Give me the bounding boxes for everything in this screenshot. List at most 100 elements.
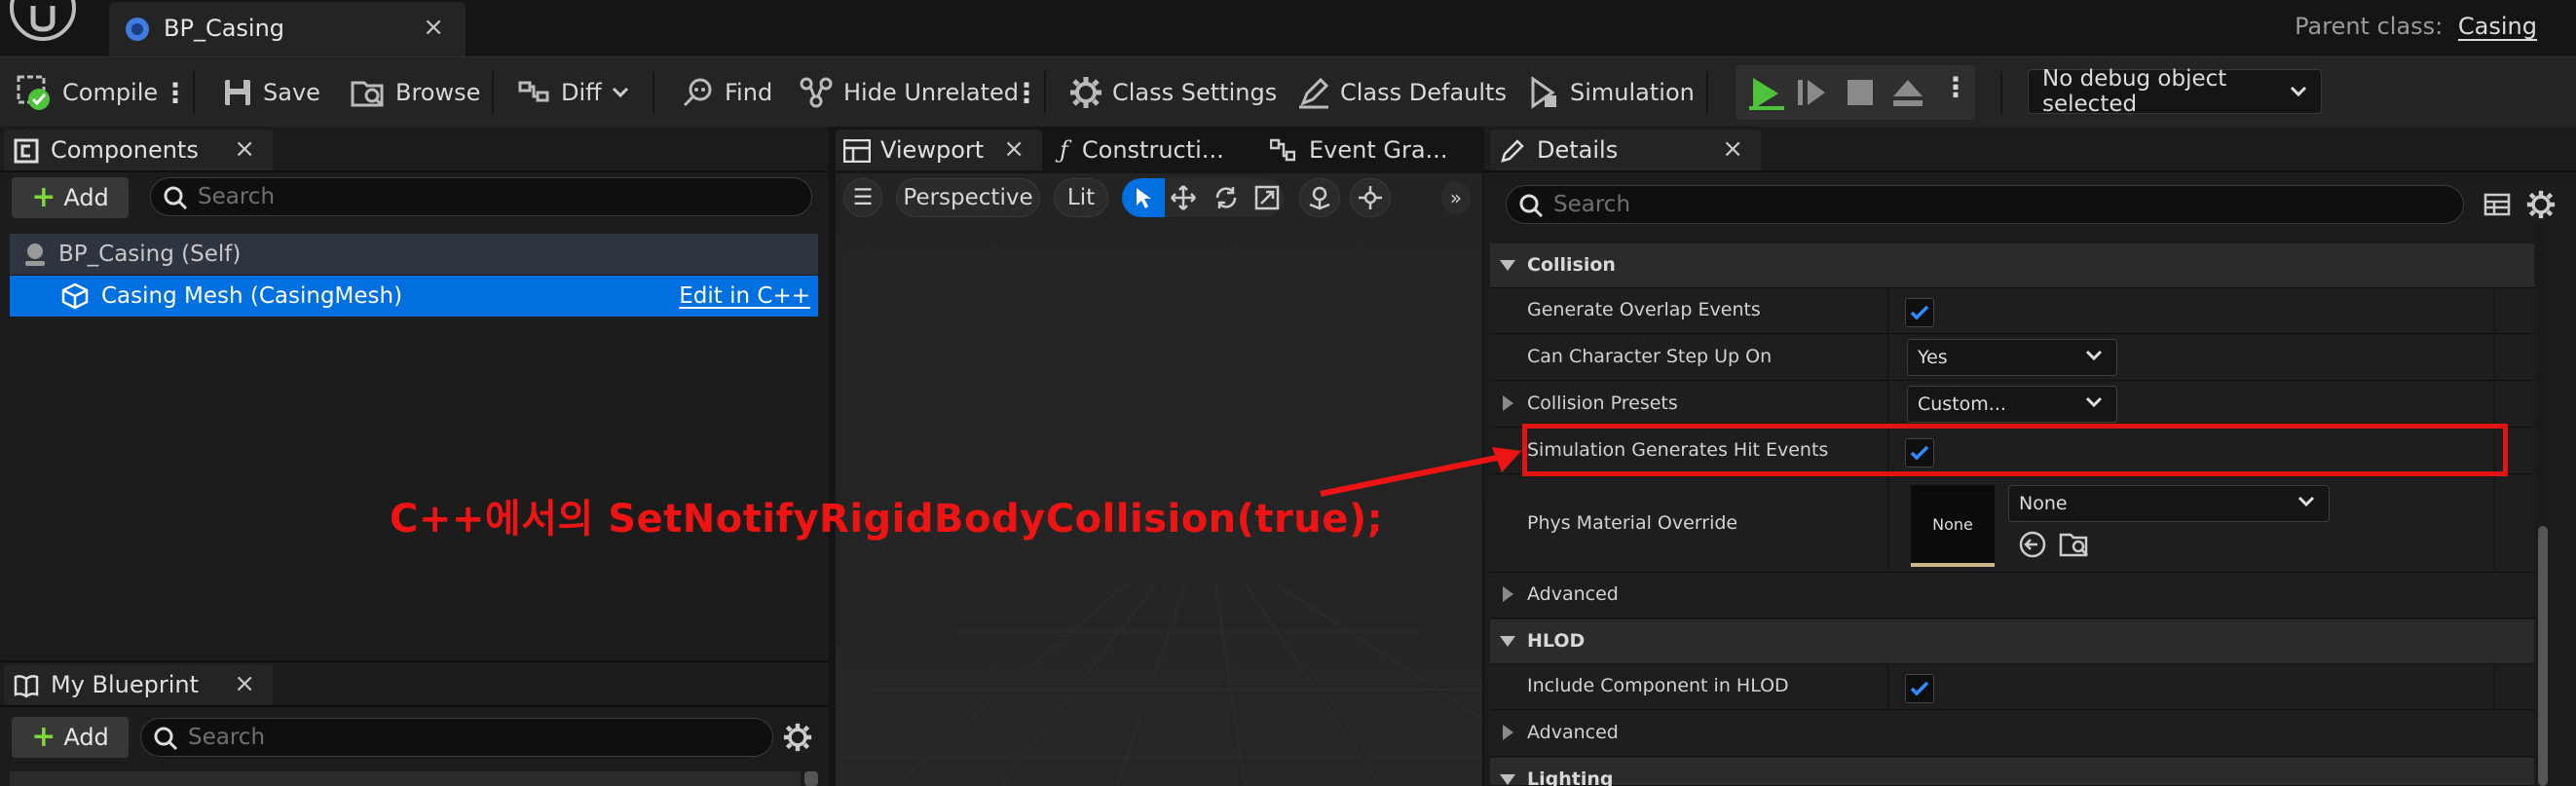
chevron-down-icon	[2297, 496, 2315, 507]
my-blueprint-tab[interactable]: My Blueprint ×	[4, 664, 273, 705]
my-blueprint-search-input[interactable]: Search	[140, 718, 773, 757]
unreal-logo-icon[interactable]	[6, 0, 78, 43]
tree-item-label: BP_Casing (Self)	[58, 242, 242, 267]
hide-unrelated-button[interactable]: Hide Unrelated	[799, 57, 1019, 128]
use-selected-icon[interactable]	[2018, 530, 2047, 559]
details-tab[interactable]: Details ×	[1490, 130, 1761, 170]
close-icon[interactable]: ×	[1722, 134, 1743, 164]
thumbnail-label: None	[1932, 514, 1973, 534]
viewport-menu-icon[interactable]: ☰	[843, 178, 882, 217]
select-value: Custom...	[1918, 393, 2006, 415]
tab-event-graph[interactable]: Event Gra...	[1270, 136, 1447, 164]
annotation-highlight-box	[1522, 424, 2508, 476]
play-options-icon[interactable]: ⋮	[1942, 71, 1969, 103]
class-settings-button[interactable]: Class Settings	[1069, 57, 1277, 128]
parent-class-label: Parent class:	[2295, 13, 2444, 40]
compile-button[interactable]: Compile	[16, 57, 158, 128]
parent-class-link[interactable]: Casing	[2458, 13, 2537, 40]
asset-tab-label: BP_Casing	[164, 15, 285, 42]
world-local-icon[interactable]	[1350, 178, 1391, 217]
add-blueprint-button[interactable]: + Add	[12, 717, 129, 758]
edit-in-cpp-link[interactable]: Edit in C++	[679, 283, 810, 309]
category-collision[interactable]: Collision	[1490, 243, 2534, 288]
details-tab-label: Details	[1537, 136, 1619, 164]
checkbox-checked[interactable]	[1905, 674, 1934, 703]
toolbar-separator	[1044, 71, 1046, 114]
step-up-select[interactable]: Yes	[1907, 339, 2117, 376]
class-defaults-button[interactable]: Class Defaults	[1297, 57, 1507, 128]
checkbox-checked[interactable]	[1905, 298, 1934, 327]
eject-icon[interactable]	[1891, 77, 1924, 108]
perspective-label: Perspective	[903, 185, 1033, 210]
chevron-right-double-icon[interactable]: »	[1441, 181, 1471, 214]
tree-item-casing-mesh[interactable]: Casing Mesh (CasingMesh) Edit in C++	[10, 276, 818, 317]
tree-item-self[interactable]: BP_Casing (Self)	[10, 234, 818, 275]
blueprint-icon	[123, 15, 152, 44]
find-button[interactable]: Find	[682, 57, 772, 128]
phys-material-select[interactable]: None	[2008, 485, 2330, 522]
tree-item-label: Casing Mesh (CasingMesh)	[101, 283, 403, 309]
gear-icon	[1069, 76, 1102, 109]
save-icon	[222, 77, 253, 108]
details-search-input[interactable]: Search	[1506, 185, 2464, 224]
category-lighting[interactable]: Lighting	[1490, 758, 2534, 786]
plus-icon: +	[31, 720, 56, 754]
find-icon	[682, 76, 715, 109]
asset-tab[interactable]: BP_Casing ×	[109, 2, 466, 56]
gear-icon[interactable]	[2526, 190, 2556, 219]
close-icon[interactable]: ×	[234, 134, 255, 164]
save-button[interactable]: Save	[222, 57, 320, 128]
add-component-button[interactable]: + Add	[12, 177, 129, 218]
gear-icon[interactable]	[783, 723, 812, 752]
expand-right-icon[interactable]	[1503, 395, 1513, 411]
book-icon	[14, 673, 39, 698]
lit-button[interactable]: Lit	[1054, 178, 1108, 217]
stop-icon[interactable]	[1847, 79, 1874, 106]
simulation-button[interactable]: Simulation	[1527, 57, 1695, 128]
rotate-tool-icon[interactable]	[1213, 185, 1239, 210]
table-view-icon[interactable]	[2483, 191, 2511, 218]
components-tab-label: Components	[51, 136, 199, 164]
diff-button[interactable]: Diff	[518, 57, 629, 128]
components-tab[interactable]: Components ×	[4, 130, 273, 170]
close-icon[interactable]: ×	[423, 13, 444, 42]
static-mesh-icon	[60, 281, 90, 311]
select-tool-icon[interactable]	[1122, 178, 1165, 217]
surface-snap-icon[interactable]	[1299, 178, 1340, 217]
step-icon[interactable]	[1796, 77, 1829, 108]
property-label: Advanced	[1527, 583, 1619, 605]
details-scrollbar-thumb[interactable]	[2538, 526, 2548, 786]
property-label: Generate Overlap Events	[1527, 299, 1761, 320]
play-controls: ⋮	[1736, 65, 1975, 120]
debug-object-select[interactable]: No debug object selected	[2028, 66, 2322, 117]
chevron-down-icon	[2085, 396, 2103, 408]
find-label: Find	[725, 79, 773, 106]
components-search-input[interactable]: Search	[150, 177, 812, 216]
close-icon[interactable]: ×	[234, 669, 255, 698]
property-row-collision-advanced[interactable]: Advanced	[1490, 573, 2534, 618]
phys-material-thumbnail[interactable]: None	[1911, 485, 1995, 567]
actor-icon	[21, 241, 49, 268]
category-hlod[interactable]: HLOD	[1490, 619, 2534, 664]
tab-viewport-label: Viewport	[880, 136, 985, 164]
play-icon[interactable]	[1747, 75, 1786, 112]
browse-button[interactable]: Browse	[351, 57, 480, 128]
browse-asset-icon[interactable]	[2059, 530, 2090, 559]
compile-options-icon[interactable]: ⋮	[162, 57, 189, 128]
my-blueprint-tab-label: My Blueprint	[51, 671, 200, 698]
list-header	[10, 771, 801, 786]
main-toolbar: Compile ⋮ Save Browse Diff Find Hide Unr…	[0, 56, 2576, 127]
scale-tool-icon[interactable]	[1254, 185, 1280, 210]
collision-presets-select[interactable]: Custom...	[1907, 386, 2117, 423]
tab-construction-script[interactable]: ƒ Constructi...	[1060, 136, 1224, 164]
property-row-hlod-advanced[interactable]: Advanced	[1490, 711, 2534, 757]
category-label: Collision	[1527, 254, 1616, 276]
find-options-icon[interactable]: ⋮	[1013, 57, 1040, 128]
search-icon	[1518, 193, 1544, 218]
scrollbar[interactable]	[804, 771, 818, 786]
move-tool-icon[interactable]	[1171, 185, 1196, 210]
tab-viewport[interactable]: Viewport ×	[836, 130, 1042, 170]
panel-divider	[0, 170, 828, 172]
perspective-button[interactable]: Perspective	[896, 178, 1040, 217]
close-icon[interactable]: ×	[1003, 134, 1025, 164]
